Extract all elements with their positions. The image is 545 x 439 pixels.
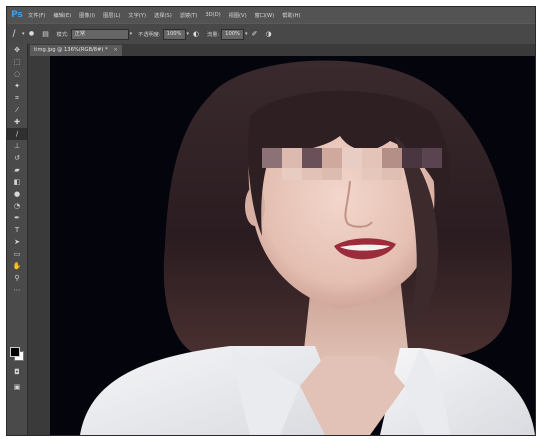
menu-window[interactable]: 窗口(W): [255, 12, 275, 19]
blur-icon[interactable]: ●: [7, 188, 27, 200]
flow-label: 流量:: [207, 31, 220, 38]
marquee-icon[interactable]: ⬚: [7, 56, 27, 68]
foreground-color-swatch[interactable]: [10, 347, 20, 357]
menu-image[interactable]: 图像(I): [79, 12, 95, 19]
menu-3d[interactable]: 3D(D): [205, 12, 220, 18]
menu-type[interactable]: 文字(Y): [128, 12, 146, 19]
mode-dropdown-icon[interactable]: ▾: [130, 31, 133, 37]
menu-edit[interactable]: 编辑(E): [53, 12, 71, 19]
flow-field[interactable]: 100%: [221, 28, 244, 40]
hand-icon[interactable]: ✋: [7, 260, 27, 272]
zoom-icon[interactable]: ⚲: [7, 272, 27, 284]
document-tab[interactable]: timg.jpg @ 136%(RGB/8#) * ×: [30, 45, 122, 56]
photoshop-window: Ps 文件(F) 编辑(E) 图像(I) 图层(L) 文字(Y) 选择(S) 滤…: [6, 6, 536, 436]
canvas-area[interactable]: [28, 56, 535, 435]
menu-file[interactable]: 文件(F): [28, 12, 45, 19]
menu-view[interactable]: 视图(V): [229, 12, 247, 19]
history-brush-icon[interactable]: ↺: [7, 152, 27, 164]
brush-icon[interactable]: ∕: [7, 128, 27, 140]
menu-filter[interactable]: 滤镜(T): [180, 12, 198, 19]
document-tab-bar: timg.jpg @ 136%(RGB/8#) * ×: [28, 44, 535, 56]
menu-help[interactable]: 帮助(H): [282, 12, 300, 19]
type-icon[interactable]: T: [7, 224, 27, 236]
brush-preset-icon[interactable]: ∕: [7, 27, 21, 41]
app-logo: Ps: [11, 10, 23, 20]
document-tab-title: timg.jpg @ 136%(RGB/8#) *: [34, 47, 108, 53]
mode-label: 模式:: [56, 31, 69, 38]
eyedropper-icon[interactable]: ⁄: [7, 104, 27, 116]
magic-wand-icon[interactable]: ✦: [7, 80, 27, 92]
mode-select[interactable]: 正常: [70, 28, 129, 40]
path-select-icon[interactable]: ➤: [7, 236, 27, 248]
screen-mode-icon[interactable]: ▣: [7, 381, 27, 393]
pressure-opacity-icon[interactable]: ◐: [189, 27, 203, 41]
stamp-icon[interactable]: ⊥: [7, 140, 27, 152]
opacity-field[interactable]: 100%: [162, 28, 186, 40]
move-icon[interactable]: ✥: [7, 44, 27, 56]
crop-icon[interactable]: ⌗: [7, 92, 27, 104]
brush-panel-icon[interactable]: ▤: [39, 27, 53, 41]
menu-select[interactable]: 选择(S): [154, 12, 172, 19]
close-icon[interactable]: ×: [113, 47, 117, 53]
gradient-icon[interactable]: ◧: [7, 176, 27, 188]
pressure-size-icon[interactable]: ◑: [262, 27, 276, 41]
more-tools-icon[interactable]: ⋯: [7, 284, 27, 296]
airbrush-icon[interactable]: ✐: [248, 27, 262, 41]
shape-icon[interactable]: ▭: [7, 248, 27, 260]
portrait-image: [50, 56, 535, 435]
brush-size-icon[interactable]: ●: [25, 27, 39, 41]
options-bar: ∕ ▾ ● ▤ 模式: 正常 ▾ 不透明度: 100% ▾ ◐ 流量: 100%…: [7, 23, 535, 45]
eraser-icon[interactable]: ▰: [7, 164, 27, 176]
menu-bar: Ps 文件(F) 编辑(E) 图像(I) 图层(L) 文字(Y) 选择(S) 滤…: [7, 7, 535, 23]
menu-layer[interactable]: 图层(L): [103, 12, 120, 19]
lasso-icon[interactable]: ◌: [7, 68, 27, 80]
tools-panel: ✥ ⬚ ◌ ✦ ⌗ ⁄ ✚ ∕ ⊥ ↺ ▰ ◧ ● ◔ ✒ T ➤ ▭ ✋ ⚲ …: [7, 44, 28, 435]
quick-mask-icon[interactable]: ◘: [7, 366, 27, 378]
healing-icon[interactable]: ✚: [7, 116, 27, 128]
opacity-label: 不透明度:: [138, 31, 161, 38]
dodge-icon[interactable]: ◔: [7, 200, 27, 212]
pen-icon[interactable]: ✒: [7, 212, 27, 224]
portrait-photo[interactable]: [50, 56, 535, 435]
